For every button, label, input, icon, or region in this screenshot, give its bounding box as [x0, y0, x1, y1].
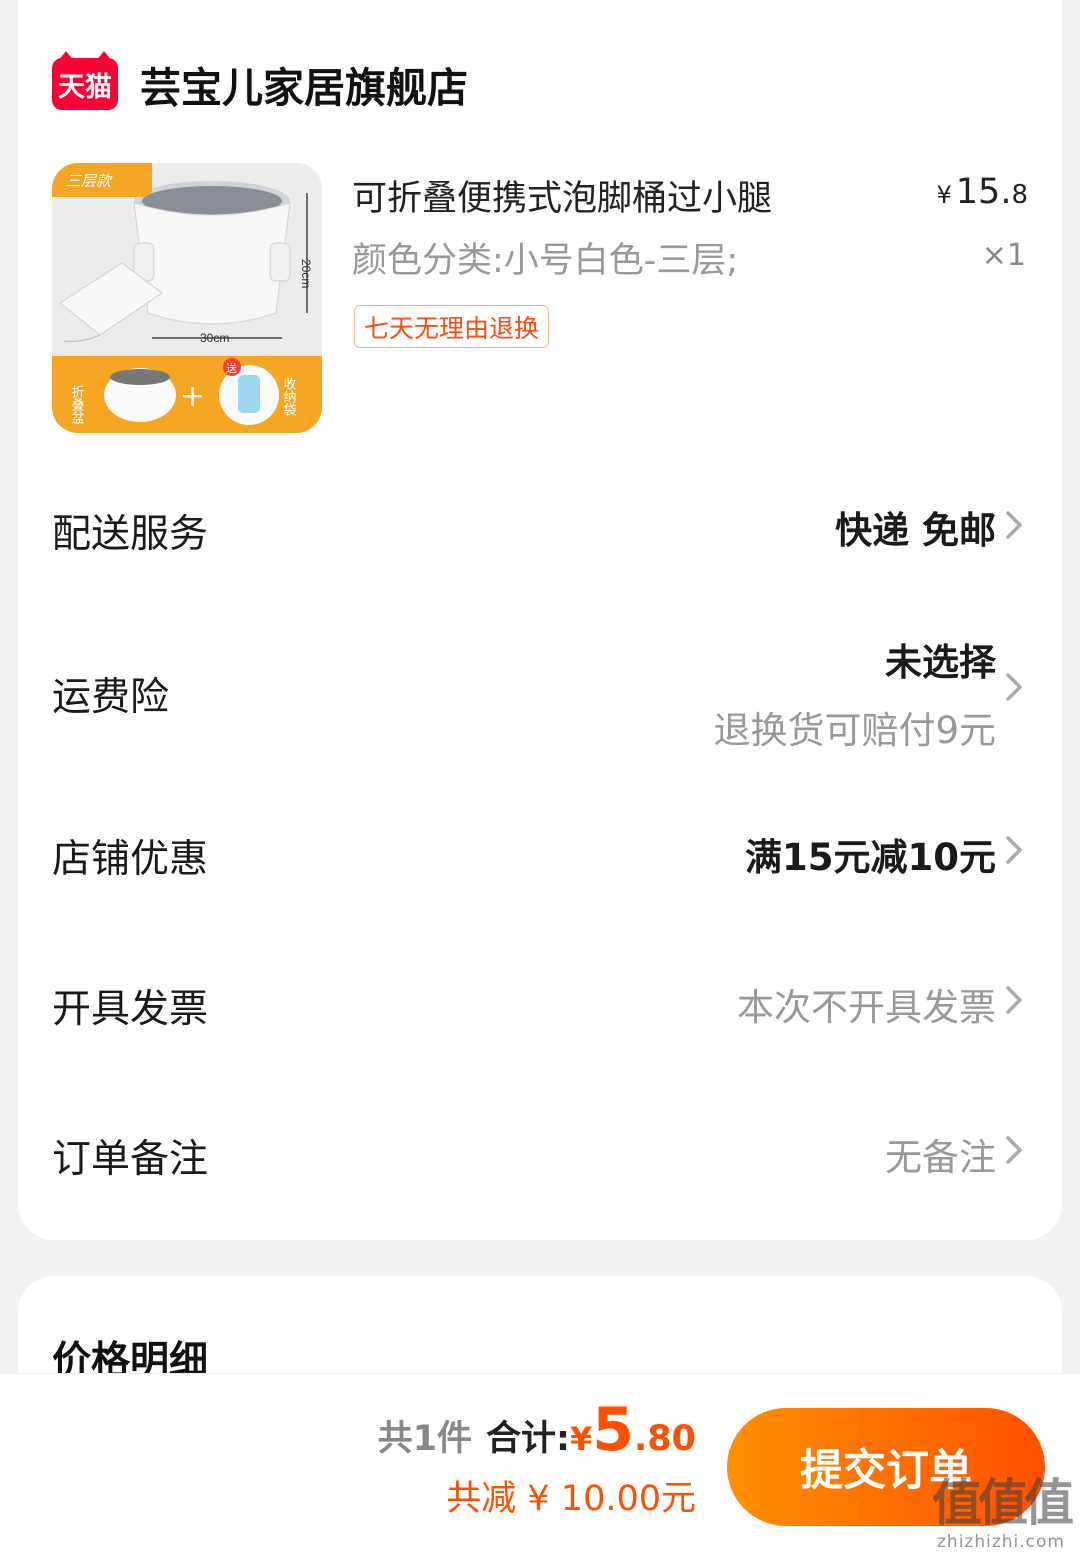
remark-label: 订单备注	[52, 1137, 209, 1182]
price-currency: ¥	[936, 181, 952, 209]
site-watermark: 值值值 zhizhizhi.com	[932, 1474, 1074, 1552]
total-decimal: .80	[633, 1419, 696, 1459]
price-decimal: 8	[1011, 180, 1028, 210]
return-policy-tag: 七天无理由退换	[354, 305, 550, 348]
chevron-right-icon	[1006, 511, 1022, 539]
chevron-right-icon	[1006, 673, 1022, 701]
product-sku[interactable]: 颜色分类:小号白色-三层;	[352, 232, 738, 283]
total-label: 合计:	[485, 1419, 570, 1459]
product-quantity: ×1	[981, 238, 1026, 273]
product-image[interactable]: 20cm 30cm 三层款 折叠盆 + 送 收纳袋	[52, 163, 322, 433]
discount-label: 店铺优惠	[52, 837, 209, 882]
price-integer: 15.	[955, 172, 1012, 212]
invoice-label: 开具发票	[52, 987, 209, 1032]
insurance-value: 未选择	[885, 641, 996, 684]
delivery-label: 配送服务	[52, 512, 209, 557]
right-caption: 收纳袋	[281, 377, 297, 416]
total-summary: 共1件 合计: ¥ 5 .80	[378, 1400, 696, 1461]
store-name[interactable]: 芸宝儿家居旗舰店	[140, 54, 468, 114]
plus-sign: +	[180, 379, 205, 414]
watermark-url: zhizhizhi.com	[937, 1532, 1065, 1552]
image-badge: 三层款	[66, 172, 113, 190]
remark-value: 无备注	[885, 1136, 996, 1179]
invoice-value: 本次不开具发票	[737, 986, 996, 1029]
left-caption: 折叠盆	[69, 385, 85, 424]
gift-badge: 送	[226, 361, 237, 375]
insurance-label: 运费险	[52, 675, 170, 720]
item-count: 共1件	[377, 1419, 472, 1459]
delivery-value: 快递 免邮	[835, 509, 996, 552]
total-currency: ¥	[569, 1420, 593, 1458]
height-label: 20cm	[299, 259, 313, 288]
tmall-logo: 天猫	[52, 51, 118, 110]
chevron-right-icon	[1006, 1136, 1022, 1164]
product-title[interactable]: 可折叠便携式泡脚桶过小腿	[352, 170, 772, 221]
width-label: 30cm	[200, 331, 229, 345]
product-illustration: 20cm 30cm 三层款 折叠盆 + 送 收纳袋	[52, 163, 322, 433]
discount-value: 满15元减10元	[745, 836, 996, 879]
chevron-right-icon	[1006, 836, 1022, 864]
chevron-right-icon	[1006, 986, 1022, 1014]
store-header[interactable]: 天猫 芸宝儿家居旗舰店	[52, 51, 468, 114]
insurance-sub: 退换货可赔付9元	[713, 709, 996, 752]
total-reduction: 共减 ¥ 10.00元	[446, 1479, 696, 1519]
product-price: ¥15.8	[937, 172, 1029, 212]
total-integer: 5	[592, 1395, 634, 1465]
watermark-logo: 值值值	[932, 1474, 1074, 1532]
